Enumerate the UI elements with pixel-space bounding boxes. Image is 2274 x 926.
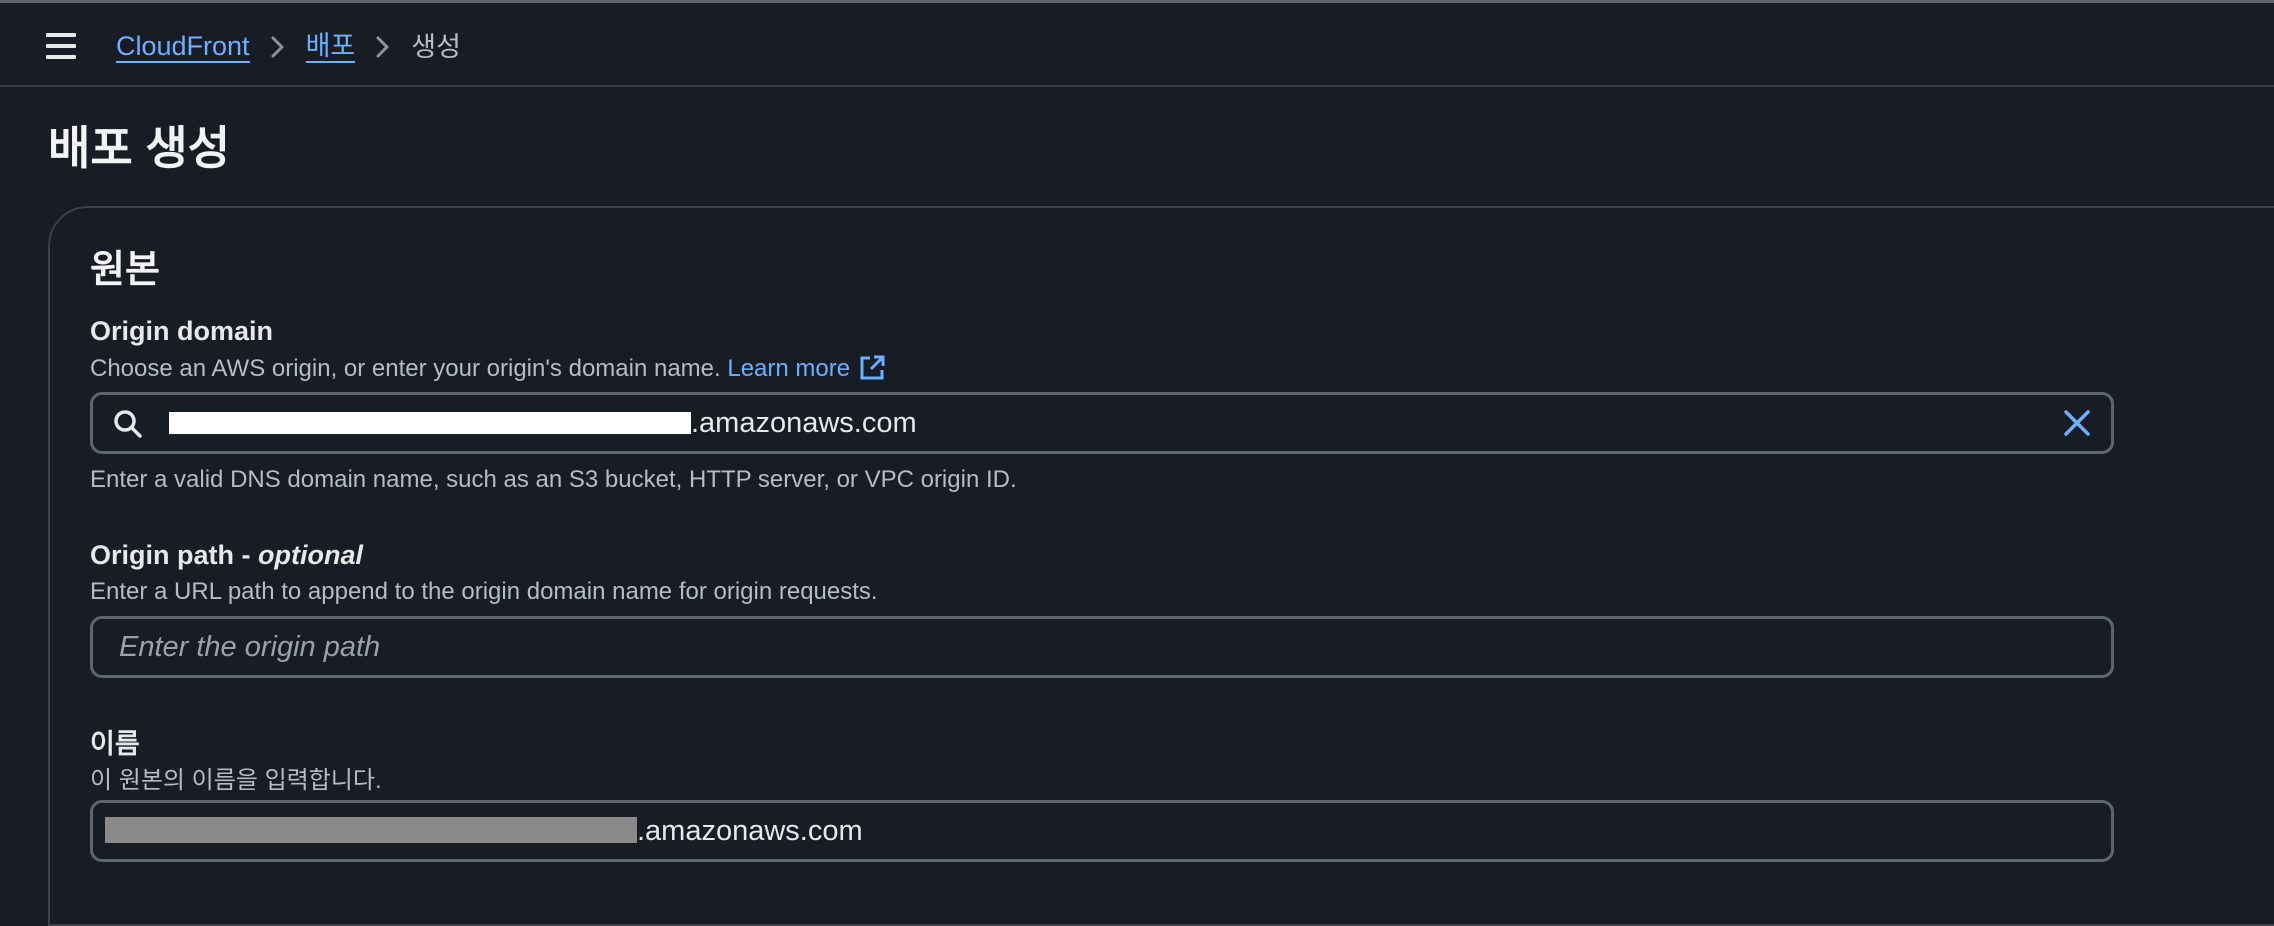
search-icon [114,410,142,438]
breadcrumb: CloudFront 배포 생성 [116,29,461,65]
origin-domain-value: .amazonaws.com [169,395,917,451]
origin-domain-description: Choose an AWS origin, or enter your orig… [90,354,886,383]
origin-domain-hint: Enter a valid DNS domain name, such as a… [90,466,1017,493]
origin-domain-label: Origin domain [90,316,274,346]
close-icon[interactable] [2063,409,2091,437]
origin-path-placeholder: Enter the origin path [119,631,381,663]
breadcrumb-distributions[interactable]: 배포 [305,31,356,63]
chevron-right-icon [250,29,306,65]
origin-domain-input[interactable]: .amazonaws.com [90,392,2114,454]
redacted-text [169,412,691,434]
learn-more-link[interactable]: Learn more [727,355,886,382]
section-title: 원본 [90,249,160,291]
origin-path-label-text: Origin path - [90,540,258,570]
origin-path-optional: optional [258,540,363,570]
external-link-icon [860,355,885,380]
origin-path-input[interactable]: Enter the origin path [90,616,2114,678]
breadcrumb-cloudfront[interactable]: CloudFront [116,31,250,63]
name-input[interactable]: .amazonaws.com [90,800,2114,862]
chevron-right-icon [355,29,411,65]
name-value-suffix: .amazonaws.com [637,815,863,847]
learn-more-text: Learn more [727,355,851,382]
origin-domain-description-text: Choose an AWS origin, or enter your orig… [90,355,721,382]
breadcrumb-current: 생성 [411,32,461,62]
menu-icon[interactable] [46,33,76,59]
origin-path-label: Origin path - optional [90,540,363,571]
top-navigation-bar: CloudFront 배포 생성 [0,3,2274,87]
origin-path-description: Enter a URL path to append to the origin… [90,578,878,605]
name-label: 이름 [90,729,140,759]
name-value: .amazonaws.com [105,803,863,859]
redacted-text [105,817,637,843]
name-description: 이 원본의 이름을 입력합니다. [90,767,382,794]
page-title: 배포 생성 [48,122,231,174]
origin-domain-value-suffix: .amazonaws.com [691,407,917,439]
